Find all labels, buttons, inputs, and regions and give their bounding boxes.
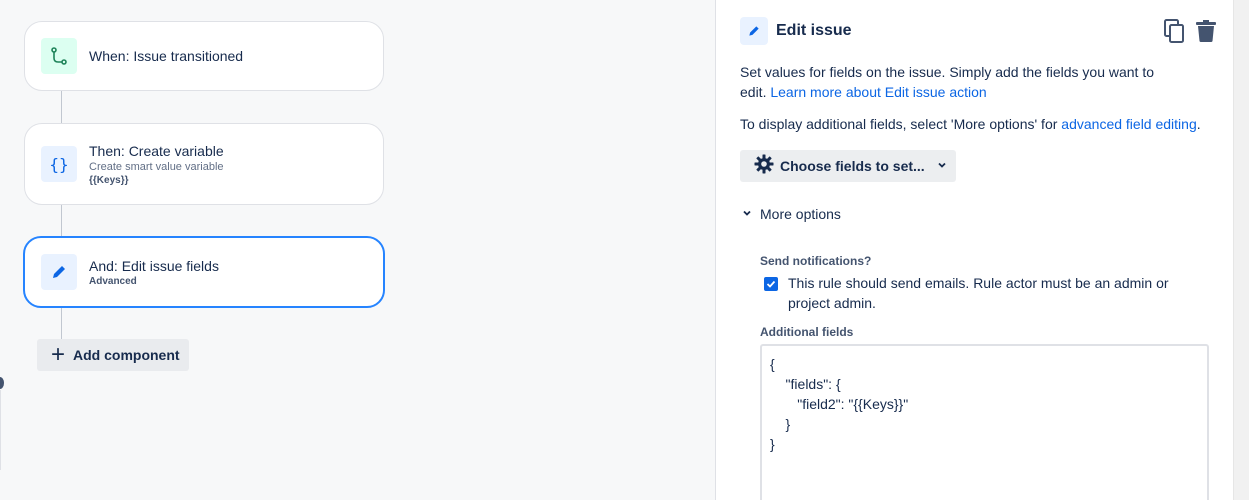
trigger-title: When: Issue transitioned [89, 48, 244, 64]
send-notifications-label: Send notifications? [760, 254, 872, 268]
add-component-label: Add component [73, 347, 180, 363]
create-variable-node[interactable]: {} Then: Create variable Create smart va… [24, 123, 384, 205]
automation-canvas: When: Issue transitioned {} Then: Create… [0, 0, 715, 500]
create-variable-subtitle: Create smart value variable [89, 160, 224, 173]
pencil-icon [41, 254, 77, 290]
copy-icon[interactable] [1163, 18, 1185, 44]
additional-fields-label: Additional fields [760, 325, 854, 339]
trash-icon[interactable] [1195, 18, 1217, 44]
advanced-field-editing-link[interactable]: advanced field editing [1061, 116, 1196, 132]
learn-more-link[interactable]: Learn more about Edit issue action [770, 84, 986, 100]
create-variable-title: Then: Create variable [89, 142, 224, 159]
pencil-icon [740, 17, 768, 45]
send-notifications-checkbox[interactable] [764, 277, 778, 291]
branch-icon [41, 38, 77, 74]
resize-handle[interactable] [0, 377, 4, 389]
braces-icon: {} [41, 146, 77, 182]
additional-end: . [1196, 116, 1201, 132]
connector-line [61, 307, 62, 339]
edit-issue-detail: Advanced [89, 275, 137, 287]
divider [0, 390, 1, 470]
edit-issue-panel: Edit issue Set values for fields on the … [715, 0, 1233, 500]
chevron-down-icon [742, 205, 752, 223]
choose-fields-label: Choose fields to set... [780, 158, 925, 174]
additional-fields-editor[interactable]: { "fields": { "field2": "{{Keys}}" } } [760, 344, 1209, 500]
panel-description: Set values for fields on the issue. Simp… [740, 62, 1170, 102]
panel-title: Edit issue [776, 22, 852, 39]
send-notifications-text: This rule should send emails. Rule actor… [788, 275, 1169, 311]
additional-fields-value: { "fields": { "field2": "{{Keys}}" } } [770, 356, 909, 452]
create-variable-detail: {{Keys}} [89, 174, 129, 186]
edit-issue-node[interactable]: And: Edit issue fields Advanced [23, 236, 385, 308]
additional-description: To display additional fields, select 'Mo… [740, 114, 1220, 134]
scrollbar[interactable] [1233, 0, 1249, 500]
send-notifications-row: This rule should send emails. Rule actor… [764, 273, 1188, 313]
choose-fields-button[interactable]: Choose fields to set... [740, 150, 956, 182]
connector-line [61, 204, 62, 237]
connector-line [61, 90, 62, 124]
plus-icon: + [51, 341, 66, 368]
gear-icon [754, 154, 774, 179]
trigger-node[interactable]: When: Issue transitioned [24, 21, 384, 91]
more-options-toggle[interactable]: More options [742, 205, 841, 223]
additional-text: To display additional fields, select 'Mo… [740, 116, 1058, 132]
add-component-button[interactable]: + Add component [37, 339, 189, 371]
more-options-label: More options [760, 206, 841, 222]
chevron-down-icon [937, 157, 947, 175]
edit-issue-title: And: Edit issue fields [89, 257, 219, 274]
